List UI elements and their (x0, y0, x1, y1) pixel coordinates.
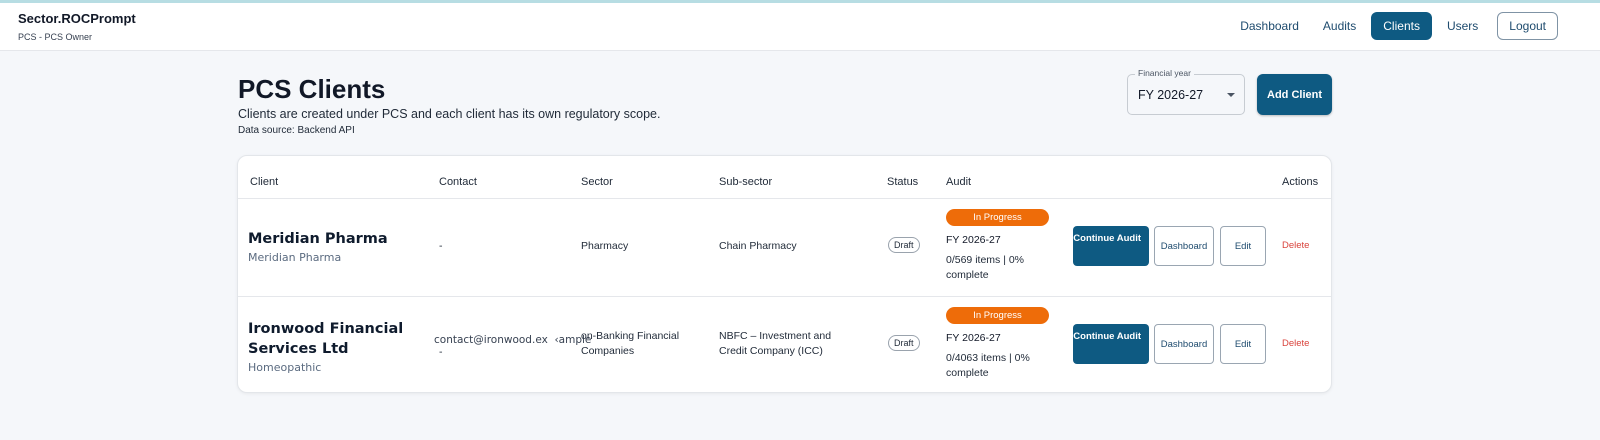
subsector-cell: Chain Pharmacy (719, 240, 797, 252)
continue-audit-button[interactable]: Continue Audit (1073, 324, 1149, 364)
brand-subtitle: PCS - PCS Owner (18, 32, 93, 42)
header-contact: Contact (439, 176, 477, 188)
client-subtitle: Homeopathic (248, 361, 322, 374)
contact-cell: - (439, 240, 443, 252)
subsector-cell: NBFC – Investment and Credit Company (IC… (719, 330, 832, 357)
financial-year-label: Financial year (1135, 68, 1194, 78)
header-audit: Audit (946, 176, 972, 188)
audit-progress-badge: In Progress (946, 209, 1049, 226)
financial-year-value: FY 2026-27 (1138, 88, 1204, 102)
nav-audits[interactable]: Audits (1314, 12, 1365, 40)
status-badge: Draft (888, 335, 920, 351)
top-nav: Dashboard Audits Clients Users Logout (1231, 12, 1558, 40)
header-client: Client (250, 176, 279, 188)
edit-client-button[interactable]: Edit (1220, 226, 1266, 266)
nav-users[interactable]: Users (1438, 12, 1487, 40)
nav-clients[interactable]: Clients (1371, 12, 1432, 40)
app-header: Sector.ROCPrompt PCS - PCS Owner Dashboa… (0, 3, 1600, 51)
continue-audit-button[interactable]: Continue Audit (1073, 226, 1149, 266)
header-status: Status (887, 176, 919, 188)
edit-client-button[interactable]: Edit (1220, 324, 1266, 364)
audit-fy: FY 2026-27 (946, 332, 1001, 344)
add-client-button[interactable]: Add Client (1257, 74, 1332, 115)
header-actions: Actions (1282, 176, 1319, 188)
header-subsector: Sub-sector (719, 176, 773, 188)
delete-client-button[interactable]: Delete (1282, 338, 1309, 349)
page-title: PCS Clients (238, 74, 386, 104)
logout-button[interactable]: Logout (1497, 12, 1558, 40)
audit-fy: FY 2026-27 (946, 234, 1001, 246)
status-badge: Draft (888, 237, 920, 253)
client-name: Ironwood Financial Services Ltd (248, 321, 404, 357)
financial-year-select[interactable]: Financial year FY 2026-27 (1127, 68, 1245, 115)
client-dashboard-button[interactable]: Dashboard (1154, 324, 1214, 364)
header-sector: Sector (581, 176, 613, 188)
brand-name: Sector.ROCPrompt (18, 11, 136, 26)
row-divider (238, 198, 1331, 199)
data-source-note: Data source: Backend API (238, 125, 355, 136)
sector-cell: on-Banking Financial Companies (581, 330, 680, 357)
page-description: Clients are created under PCS and each c… (238, 107, 661, 121)
client-subtitle: Meridian Pharma (248, 251, 342, 264)
delete-client-button[interactable]: Delete (1282, 240, 1309, 251)
clients-table: Client Contact Sector Sub-sector Status … (237, 155, 1332, 393)
nav-dashboard[interactable]: Dashboard (1231, 12, 1308, 40)
client-name: Meridian Pharma (248, 231, 388, 247)
sector-cell: Pharmacy (581, 240, 629, 252)
contact-email: contact@ironwood.ex ‹ample (434, 334, 592, 346)
audit-items-progress: 0/4063 items | 0% complete (946, 352, 1030, 379)
audit-items-progress: 0/569 items | 0% complete (946, 254, 1025, 281)
row-divider (238, 296, 1331, 297)
audit-progress-badge: In Progress (946, 307, 1049, 324)
contact-cell: - (439, 346, 443, 358)
client-dashboard-button[interactable]: Dashboard (1154, 226, 1214, 266)
caret-down-icon (1227, 93, 1235, 97)
